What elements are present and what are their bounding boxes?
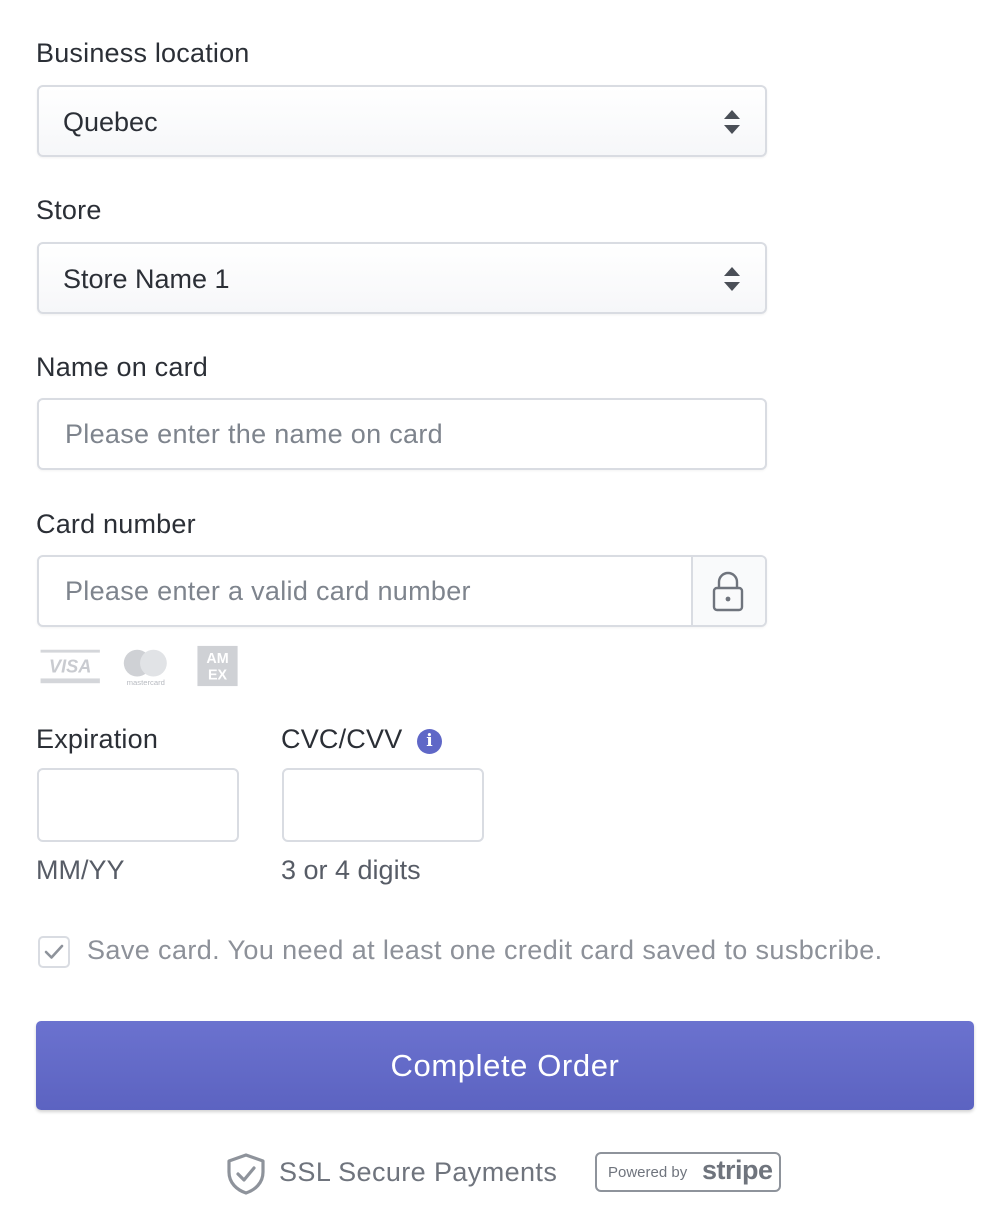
expiration-hint: MM/YY xyxy=(36,855,125,885)
name-on-card-label: Name on card xyxy=(36,352,208,382)
save-card-label: Save card. You need at least one credit … xyxy=(87,935,883,965)
card-number-field[interactable] xyxy=(37,555,767,627)
powered-by-stripe-badge[interactable]: Powered by stripe xyxy=(595,1152,781,1192)
store-select[interactable]: Store Name 1 xyxy=(37,242,767,314)
name-on-card-input[interactable] xyxy=(39,400,765,468)
info-icon[interactable]: i xyxy=(417,729,442,754)
svg-text:EX: EX xyxy=(208,667,228,683)
card-number-input[interactable] xyxy=(39,557,695,625)
checkmark-icon xyxy=(44,944,64,959)
complete-order-button[interactable]: Complete Order xyxy=(36,1021,974,1110)
name-on-card-field[interactable] xyxy=(37,398,767,470)
cvc-label: CVC/CVV xyxy=(281,724,403,754)
expiration-label: Expiration xyxy=(36,724,159,754)
store-label: Store xyxy=(36,195,102,225)
svg-text:AM: AM xyxy=(206,651,228,667)
select-arrows-icon xyxy=(724,110,740,134)
business-location-value: Quebec xyxy=(63,107,158,137)
stripe-logo: stripe xyxy=(702,1155,773,1185)
ssl-secure-text: SSL Secure Payments xyxy=(279,1157,558,1187)
shield-check-icon xyxy=(227,1153,265,1195)
save-card-checkbox[interactable] xyxy=(38,936,70,968)
cvc-field[interactable] xyxy=(282,768,484,842)
svg-text:mastercard: mastercard xyxy=(127,678,165,687)
card-brand-logos: VISA mastercard AM EX xyxy=(40,645,238,687)
card-number-label: Card number xyxy=(36,509,196,539)
amex-logo-icon: AM EX xyxy=(197,645,238,687)
lock-icon xyxy=(712,571,744,612)
store-value: Store Name 1 xyxy=(63,264,230,294)
mastercard-logo-icon: mastercard xyxy=(123,649,167,687)
lock-addon xyxy=(691,557,765,625)
powered-by-text: Powered by xyxy=(608,1164,688,1181)
select-arrows-icon xyxy=(724,267,740,291)
visa-logo-icon: VISA xyxy=(40,649,100,684)
expiration-input[interactable] xyxy=(39,770,237,840)
expiration-field[interactable] xyxy=(37,768,239,842)
cvc-input[interactable] xyxy=(284,770,482,840)
business-location-select[interactable]: Quebec xyxy=(37,85,767,157)
svg-text:VISA: VISA xyxy=(49,657,91,677)
business-location-label: Business location xyxy=(36,38,250,68)
cvc-hint: 3 or 4 digits xyxy=(281,855,421,885)
